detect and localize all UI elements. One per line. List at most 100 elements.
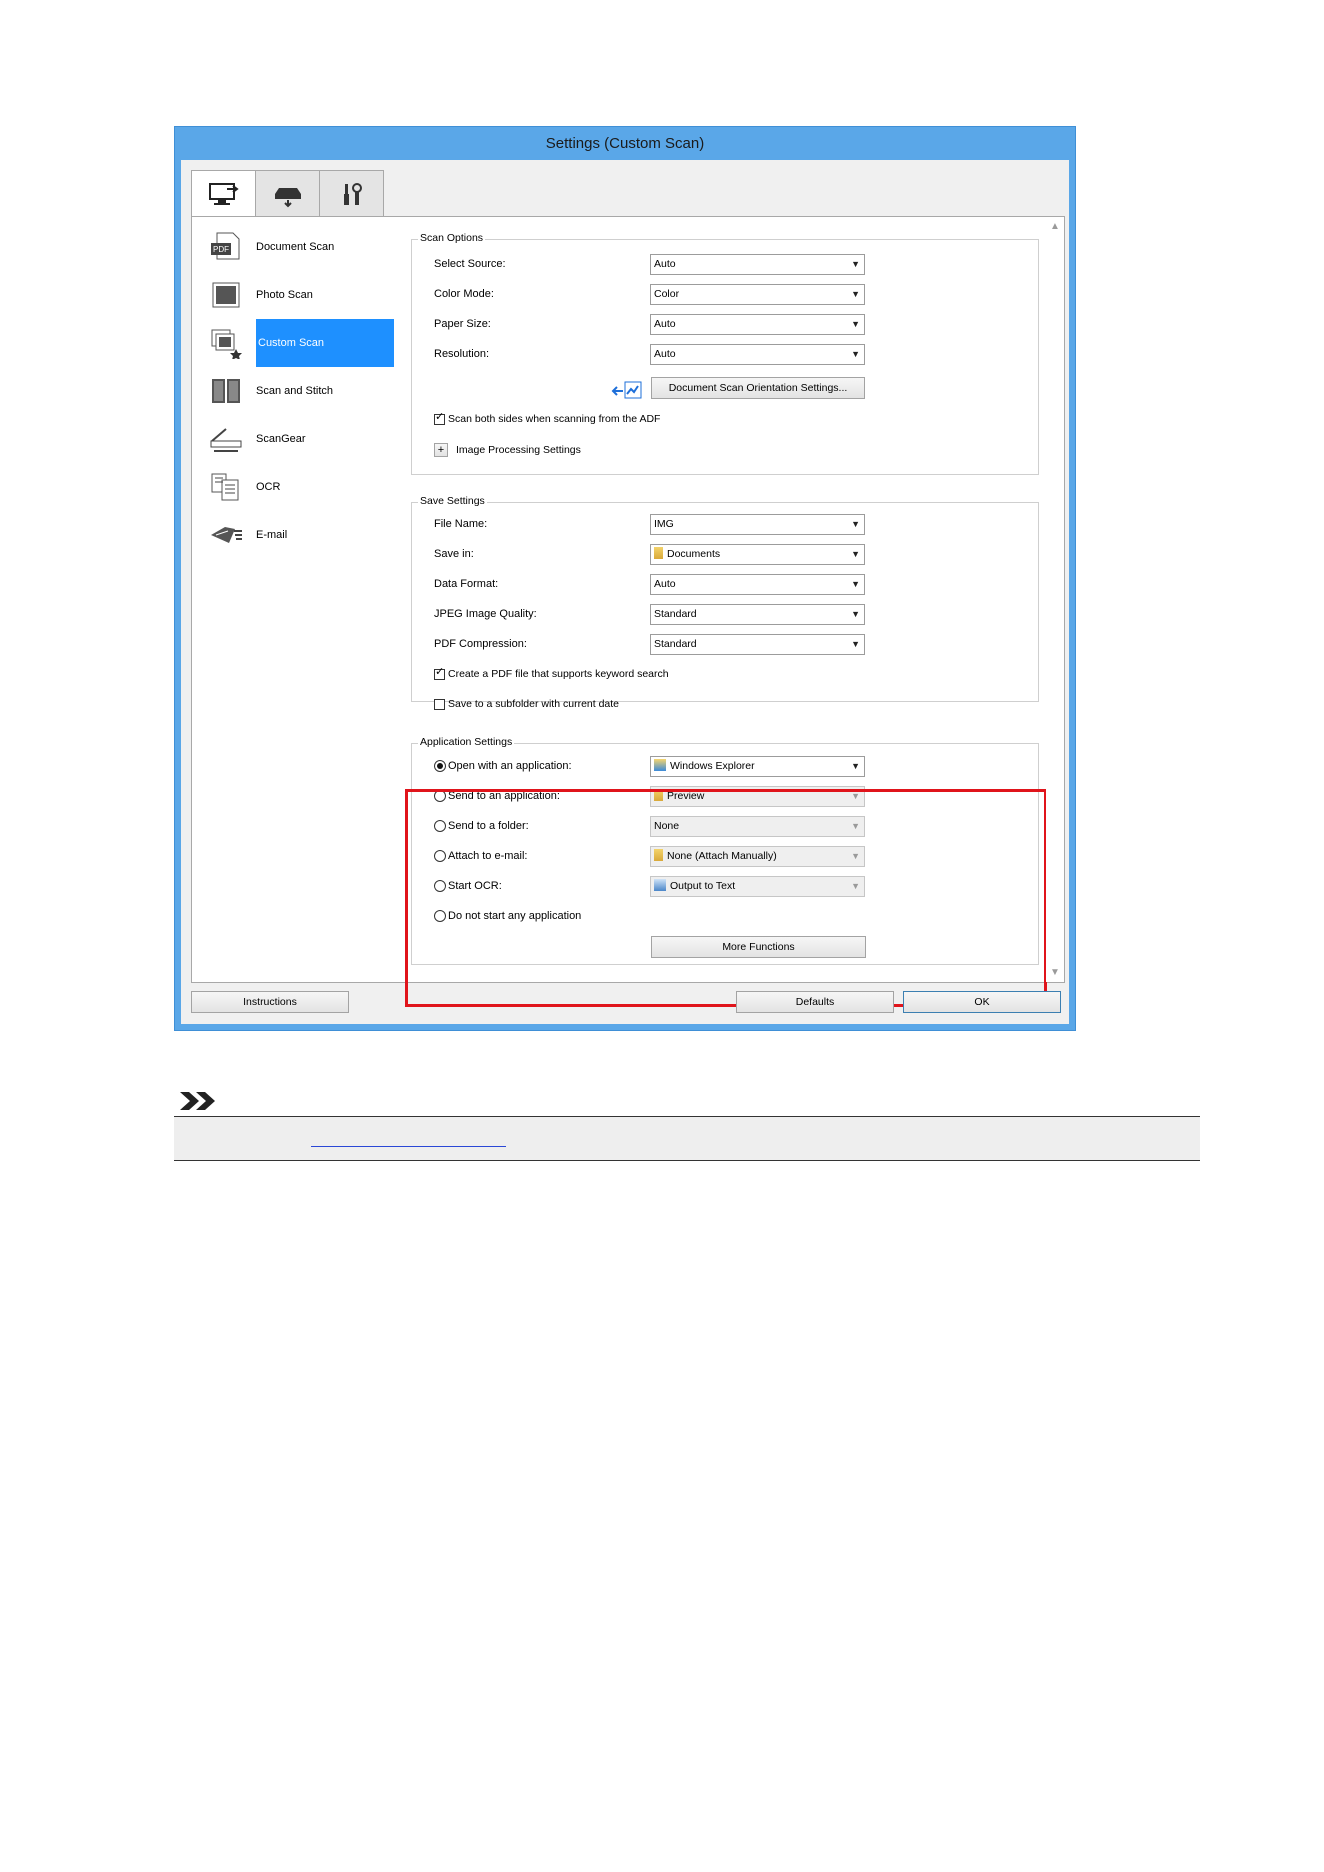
field-label: Data Format: (434, 578, 499, 590)
settings-dialog: Settings (Custom Scan) PDF Document Scan… (174, 126, 1076, 1031)
scan-both-sides-checkbox[interactable]: ✓ (434, 411, 445, 425)
mode-custom-scan[interactable]: Custom Scan (192, 319, 399, 367)
mode-label: ScanGear (256, 433, 306, 445)
window-title: Settings (Custom Scan) (545, 135, 705, 152)
pdf-compression-dropdown[interactable]: Standard ▼ (650, 634, 865, 655)
scan-both-sides-label: Scan both sides when scanning from the A… (448, 413, 661, 425)
color-mode-row: Color Mode: Color ▼ (412, 282, 1038, 306)
checkmark-icon: ✓ (435, 411, 445, 423)
chevron-down-icon: ▼ (851, 349, 860, 359)
folder-icon (654, 547, 663, 559)
scroll-up-icon[interactable]: ▲ (1050, 221, 1060, 232)
keyword-search-checkbox[interactable]: ✓ (434, 666, 445, 680)
subfolder-checkbox[interactable] (434, 699, 445, 710)
resolution-row: Resolution: Auto ▼ (412, 342, 1038, 366)
file-name-combobox[interactable]: IMG ▼ (650, 514, 865, 535)
mode-email[interactable]: E-mail (192, 511, 399, 559)
dropdown-value: Auto (654, 578, 676, 590)
file-name-row: File Name: IMG ▼ (412, 512, 1038, 536)
mode-document-scan[interactable]: PDF Document Scan (192, 223, 399, 271)
tab-scan-from-panel[interactable] (255, 170, 320, 217)
save-settings-group: Save Settings File Name: IMG ▼ Save in: D… (411, 495, 1039, 710)
chevron-down-icon: ▼ (851, 609, 860, 619)
custom-scan-icon (211, 329, 242, 359)
mode-scangear[interactable]: ScanGear (192, 415, 399, 463)
mode-label: Scan and Stitch (256, 385, 334, 397)
field-label: Save in: (434, 548, 474, 560)
paper-size-row: Paper Size: Auto ▼ (412, 312, 1038, 336)
dropdown-value: Color (654, 288, 680, 300)
defaults-button[interactable]: Defaults (736, 991, 894, 1013)
image-processing-label[interactable]: Image Processing Settings (456, 441, 581, 459)
paper-size-dropdown[interactable]: Auto ▼ (650, 314, 865, 335)
option-label: Open with an application: (448, 760, 572, 772)
orientation-settings-button[interactable]: Document Scan Orientation Settings... (651, 377, 865, 399)
save-in-dropdown[interactable]: Documents ▼ (650, 544, 865, 565)
mode-label: OCR (256, 481, 281, 493)
chevron-down-icon: ▼ (851, 289, 860, 299)
chevron-down-icon: ▼ (851, 579, 860, 589)
mode-ocr[interactable]: OCR (192, 463, 399, 511)
orientation-icon (611, 381, 642, 399)
settings-panel: Scan Options Select Source: Auto ▼ Color … (399, 216, 1065, 1007)
computer-scan-icon (208, 182, 239, 205)
dropdown-value: Windows Explorer (670, 760, 755, 772)
data-format-dropdown[interactable]: Auto ▼ (650, 574, 865, 595)
select-source-row: Select Source: Auto ▼ (412, 252, 1038, 276)
ocr-icon (211, 473, 239, 501)
color-mode-dropdown[interactable]: Color ▼ (650, 284, 865, 305)
field-label: Resolution: (434, 348, 490, 360)
keyword-search-label: Create a PDF file that supports keyword … (448, 668, 669, 680)
tab-scan-from-computer[interactable] (191, 170, 256, 218)
open-with-app-dropdown[interactable]: Windows Explorer ▼ (650, 756, 865, 777)
scangear-icon (210, 428, 242, 452)
chevron-down-icon: ▼ (851, 519, 860, 529)
open-with-app-radio[interactable] (434, 760, 446, 772)
subfolder-label: Save to a subfolder with current date (448, 698, 620, 710)
mode-label: Document Scan (256, 241, 335, 253)
scroll-down-icon[interactable]: ▼ (1050, 967, 1060, 978)
instructions-button[interactable]: Instructions (191, 991, 349, 1013)
mode-scan-and-stitch[interactable]: Scan and Stitch (192, 367, 399, 415)
open-with-app-row: Open with an application: Windows Explor… (412, 754, 1038, 778)
mode-label: Photo Scan (256, 289, 313, 301)
scanner-icon (274, 188, 301, 208)
dropdown-value: Standard (654, 638, 697, 650)
pdf-compression-row: PDF Compression: Standard ▼ (412, 632, 1038, 656)
dropdown-value: Auto (654, 318, 676, 330)
checkmark-icon: ✓ (435, 666, 445, 678)
vertical-scrollbar[interactable]: ▲ ▼ (1046, 217, 1064, 982)
field-label: PDF Compression: (434, 638, 527, 650)
jpeg-quality-dropdown[interactable]: Standard ▼ (650, 604, 865, 625)
scan-options-group: Scan Options Select Source: Auto ▼ Color … (411, 232, 1039, 475)
mode-photo-scan[interactable]: Photo Scan (192, 271, 399, 319)
photo-icon (212, 282, 240, 308)
image-processing-expander[interactable]: + (434, 443, 448, 457)
chevron-down-icon: ▼ (851, 549, 860, 559)
note-chevrons-icon (180, 1092, 215, 1110)
email-icon (211, 527, 242, 543)
note-bottom-rule (174, 1160, 1200, 1161)
general-settings-icon (343, 183, 362, 205)
field-label: Select Source: (434, 258, 506, 270)
select-source-dropdown[interactable]: Auto ▼ (650, 254, 865, 275)
radio-dot (437, 763, 443, 769)
field-label: JPEG Image Quality: (434, 608, 537, 620)
field-label: Color Mode: (434, 288, 494, 300)
note-link[interactable] (311, 1126, 506, 1147)
ok-button[interactable]: OK (903, 991, 1061, 1013)
group-title: Save Settings (418, 495, 487, 507)
chevron-down-icon: ▼ (851, 319, 860, 329)
tab-general-settings[interactable] (319, 170, 384, 217)
dialog-client-area: PDF Document Scan Photo Scan Custom Scan (181, 160, 1069, 1024)
stitch-icon (212, 379, 240, 403)
mode-label: E-mail (256, 529, 288, 541)
resolution-dropdown[interactable]: Auto ▼ (650, 344, 865, 365)
save-in-row: Save in: Documents ▼ (412, 542, 1038, 566)
chevron-down-icon: ▼ (851, 259, 860, 269)
chevron-down-icon: ▼ (851, 761, 860, 771)
dropdown-value: Auto (654, 258, 676, 270)
field-label: File Name: (434, 518, 488, 530)
dropdown-value: Documents (667, 548, 721, 560)
field-label: Paper Size: (434, 318, 491, 330)
